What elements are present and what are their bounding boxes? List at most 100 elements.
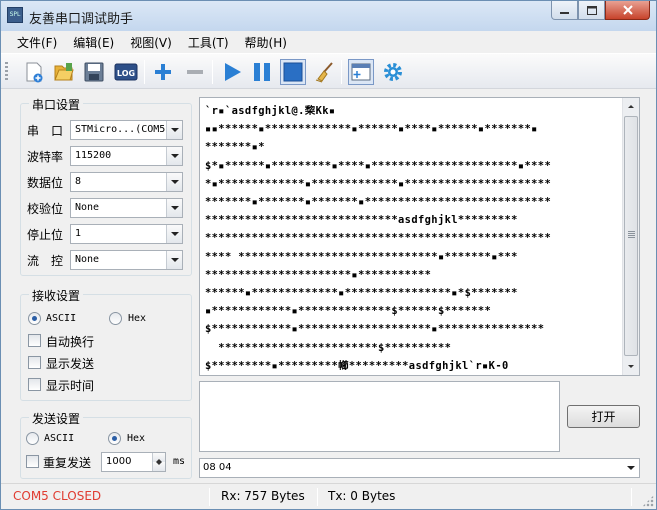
baud-label: 波特率: [27, 150, 64, 164]
repeat-send-checkbox[interactable]: [26, 455, 39, 468]
maximize-icon: [586, 5, 597, 15]
add-icon: [155, 64, 171, 80]
port-status: COM5 CLOSED: [13, 489, 102, 503]
svg-text:LOG: LOG: [117, 69, 135, 78]
tx-count: Tx: 0 Bytes: [328, 489, 396, 503]
receive-line: *▪*************▪*************▪**********…: [205, 177, 552, 190]
new-button[interactable]: [21, 59, 47, 85]
databits-label: 数据位: [27, 176, 64, 190]
receive-hex-label: Hex: [128, 313, 147, 324]
interval-stepper[interactable]: [152, 453, 165, 471]
toolbar: LOG: [1, 53, 656, 89]
pause-button[interactable]: [249, 59, 275, 85]
status-separator: [631, 488, 632, 506]
resize-grip[interactable]: [642, 495, 654, 507]
parity-select[interactable]: None: [70, 198, 183, 218]
receive-line: $************▪********************▪*****…: [205, 323, 545, 336]
send-hex-radio[interactable]: [108, 432, 121, 445]
window-title: 友善串口调试助手: [29, 12, 134, 27]
receive-line: *****************************asdfghjkl**…: [205, 214, 518, 227]
close-button[interactable]: [605, 1, 650, 20]
send-history-value: 08 04: [203, 462, 232, 473]
chevron-down-icon[interactable]: [153, 462, 165, 471]
scroll-up-icon[interactable]: [623, 98, 639, 115]
menu-file[interactable]: 文件(F): [9, 34, 65, 51]
save-button[interactable]: [81, 59, 107, 85]
app-icon: SPL: [7, 7, 23, 23]
chevron-down-icon: [166, 199, 182, 217]
title-bar: SPL 友善串口调试助手: [1, 1, 656, 31]
receive-scrollbar[interactable]: [622, 98, 639, 375]
show-time-checkbox[interactable]: [28, 378, 41, 391]
open-port-button[interactable]: 打开: [567, 405, 640, 428]
chevron-up-icon[interactable]: [153, 453, 165, 462]
flow-select[interactable]: None: [70, 250, 183, 270]
auto-wrap-label: 自动换行: [46, 335, 95, 349]
toolbar-separator: [341, 60, 342, 84]
toolbar-separator: [144, 60, 145, 84]
add-button[interactable]: [150, 59, 176, 85]
menu-help[interactable]: 帮助(H): [237, 34, 295, 51]
receive-line: *******▪*******▪*******▪****************…: [205, 196, 552, 209]
stop-button[interactable]: [280, 59, 306, 85]
send-history-select[interactable]: 08 04: [199, 458, 640, 478]
clear-button[interactable]: [311, 59, 337, 85]
chevron-down-icon: [166, 225, 182, 243]
app-window: SPL 友善串口调试助手 文件(F) 编辑(E) 视图(V) 工具(T) 帮助(…: [0, 0, 657, 510]
settings-gear-icon: [384, 63, 402, 81]
menu-bar: 文件(F) 编辑(E) 视图(V) 工具(T) 帮助(H): [1, 31, 656, 53]
port-select[interactable]: STMicro...(COM5: [70, 120, 183, 140]
receive-line: ************************$**********: [205, 341, 452, 354]
chevron-down-icon: [166, 173, 182, 191]
chevron-down-icon: [623, 459, 639, 477]
play-button[interactable]: [219, 59, 245, 85]
status-bar: COM5 CLOSED Rx: 757 Bytes Tx: 0 Bytes: [1, 483, 656, 509]
scroll-down-icon[interactable]: [623, 358, 639, 375]
close-icon: [622, 5, 633, 15]
interval-spinbox[interactable]: 1000: [101, 452, 166, 472]
parity-label: 校验位: [27, 202, 64, 216]
minimize-button[interactable]: [551, 1, 578, 20]
receive-settings-title: 接收设置: [29, 287, 84, 304]
send-textarea[interactable]: [199, 381, 560, 452]
toolbar-grip[interactable]: [5, 62, 8, 82]
open-button[interactable]: [51, 59, 77, 85]
receive-line: $*▪******▪*********▪****▪***************…: [205, 159, 552, 172]
receive-line: $*********▪*********幯*********asdfghjkl`…: [205, 359, 509, 372]
baud-value: 115200: [75, 150, 112, 161]
minimize-icon: [560, 11, 569, 14]
receive-settings-group: 接收设置 ASCII Hex 自动换行 显示发送 显示时间: [20, 287, 192, 401]
maximize-button[interactable]: [578, 1, 605, 20]
databits-select[interactable]: 8: [70, 172, 183, 192]
receive-hex-radio[interactable]: [109, 312, 122, 325]
menu-tools[interactable]: 工具(T): [180, 34, 237, 51]
chevron-down-icon: [166, 121, 182, 139]
remove-button[interactable]: [182, 59, 208, 85]
stop-icon: [283, 62, 303, 82]
send-settings-title: 发送设置: [29, 410, 84, 427]
flow-label: 流 控: [27, 254, 64, 268]
receive-line: ****************************************…: [205, 232, 552, 245]
receive-line: *******▪*: [205, 141, 265, 154]
show-send-checkbox[interactable]: [28, 356, 41, 369]
receive-ascii-radio[interactable]: [28, 312, 41, 325]
remove-icon: [187, 70, 203, 74]
serial-settings-title: 串口设置: [29, 96, 84, 113]
parity-value: None: [75, 202, 100, 213]
baud-select[interactable]: 115200: [70, 146, 183, 166]
stopbits-label: 停止位: [27, 228, 64, 242]
stopbits-select[interactable]: 1: [70, 224, 183, 244]
auto-wrap-checkbox[interactable]: [28, 334, 41, 347]
window-button[interactable]: [348, 59, 374, 85]
send-ascii-radio[interactable]: [26, 432, 39, 445]
menu-edit[interactable]: 编辑(E): [65, 34, 122, 51]
chevron-down-icon: [166, 147, 182, 165]
port-label: 串 口: [27, 124, 64, 138]
menu-view[interactable]: 视图(V): [122, 34, 180, 51]
log-button[interactable]: LOG: [113, 59, 139, 85]
new-icon: [26, 62, 43, 83]
interval-value: 1000: [106, 456, 132, 467]
scroll-thumb[interactable]: [624, 116, 638, 356]
settings-button[interactable]: [380, 59, 406, 85]
receive-textarea[interactable]: `r▪`asdfghjkl@.棃Kk▪ ▪▪******▪************…: [199, 97, 640, 376]
